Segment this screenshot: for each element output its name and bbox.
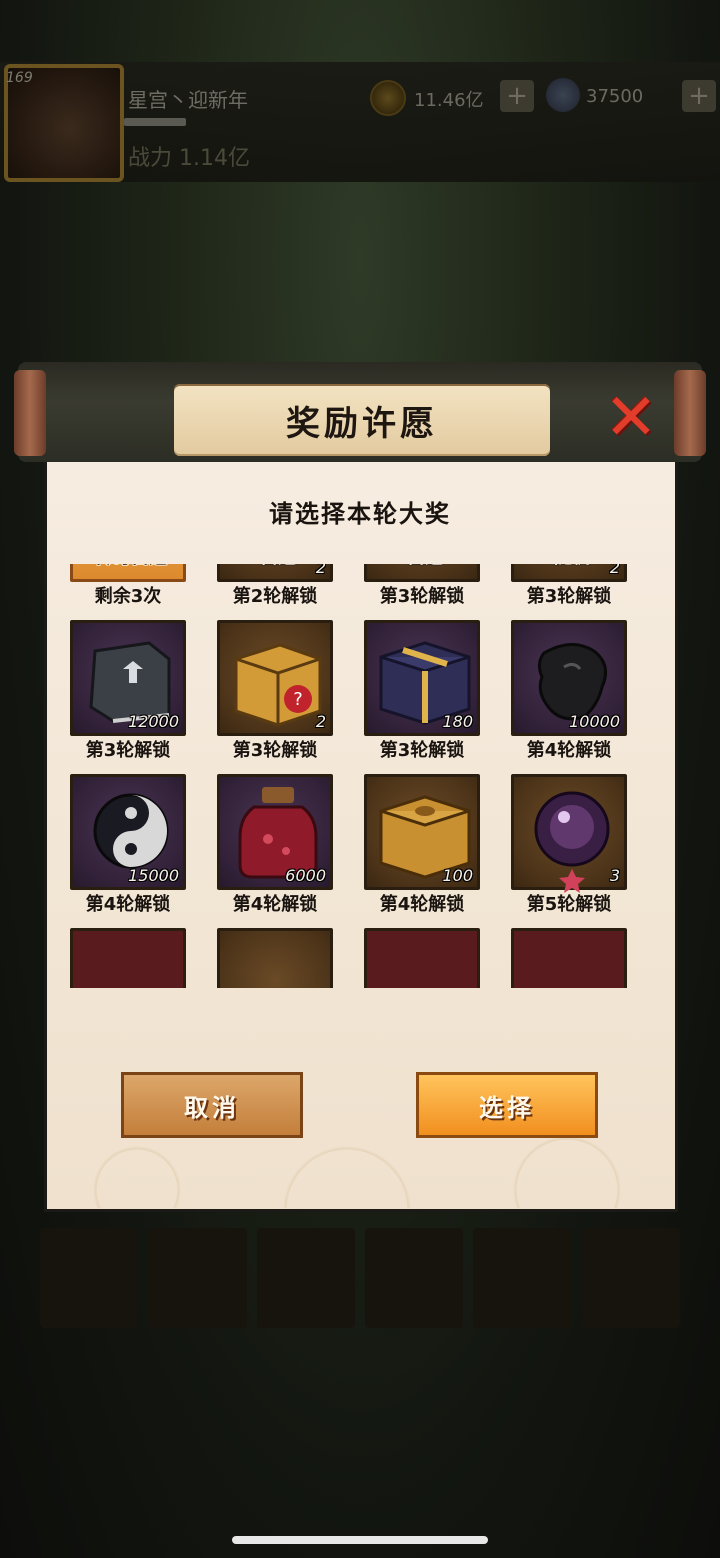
reward-tile[interactable]	[364, 928, 480, 988]
reward-item[interactable]	[70, 928, 186, 988]
reward-count: 15000	[128, 866, 179, 885]
reward-count: 10000	[569, 712, 620, 731]
reward-item[interactable]: ? 2 第3轮解锁	[217, 620, 333, 761]
unlock-condition: 第4轮解锁	[232, 894, 318, 915]
add-coins-button: +	[500, 80, 534, 112]
reward-item[interactable]: 100 第4轮解锁	[364, 774, 480, 915]
reward-item[interactable]: 12000 第3轮解锁	[70, 620, 186, 761]
reward-tag: 传奇自选	[73, 564, 189, 569]
close-icon[interactable]: ✕	[598, 386, 664, 450]
reward-item[interactable]	[511, 928, 627, 988]
reward-item[interactable]: 自选2 第2轮解锁	[217, 564, 333, 607]
reward-tile[interactable]: ? 2	[217, 620, 333, 736]
scroll-roller-left	[14, 370, 46, 456]
reward-count: 6000	[285, 866, 326, 885]
add-gems-button: +	[682, 80, 716, 112]
unlock-condition: 第2轮解锁	[232, 586, 318, 607]
reward-count: 180	[442, 712, 473, 731]
reward-tile[interactable]: 自选2	[217, 564, 333, 582]
reward-item[interactable]: 15000 第4轮解锁	[70, 774, 186, 915]
reward-tile[interactable]: 6000	[217, 774, 333, 890]
reward-count: 12000	[128, 712, 179, 731]
svg-text:?: ?	[293, 689, 303, 710]
coin-balance: 11.46亿	[414, 90, 484, 111]
unlock-condition: 剩余3次	[94, 586, 162, 607]
unlock-condition: 第3轮解锁	[379, 586, 465, 607]
select-button[interactable]: 选择	[416, 1072, 598, 1138]
reward-tile[interactable]	[511, 928, 627, 988]
cancel-button[interactable]: 取消	[121, 1072, 303, 1138]
unlock-condition: 第3轮解锁	[85, 740, 171, 761]
background-slots	[40, 1228, 680, 1328]
reward-item[interactable]: 10000 第4轮解锁	[511, 620, 627, 761]
coin-icon	[370, 80, 406, 116]
reward-tile[interactable]: 随机2	[511, 564, 627, 582]
reward-count: 2	[609, 564, 620, 577]
reward-count: 2	[315, 564, 326, 577]
reward-tile[interactable]: 12000	[70, 620, 186, 736]
unlock-condition: 第3轮解锁	[232, 740, 318, 761]
reward-item[interactable]: 3 第5轮解锁	[511, 774, 627, 915]
reward-item[interactable]	[364, 928, 480, 988]
dialog-subtitle: 请选择本轮大奖	[269, 500, 451, 528]
reward-tag: 自选	[367, 564, 483, 569]
unlock-condition: 第5轮解锁	[526, 894, 612, 915]
reward-tile[interactable]: 180	[364, 620, 480, 736]
gem-balance: 37500	[586, 86, 644, 107]
reward-tile[interactable]: 自选	[364, 564, 480, 582]
experience-bar	[124, 118, 186, 126]
title-plate: 奖励许愿	[174, 384, 550, 456]
reward-tile[interactable]: 3	[511, 774, 627, 893]
scroll-roller-right	[674, 370, 706, 456]
unlock-condition: 第4轮解锁	[379, 894, 465, 915]
reward-tile[interactable]	[70, 928, 186, 988]
reward-grid[interactable]: 传奇自选剩余3次自选2第2轮解锁自选第3轮解锁随机2第3轮解锁12000第3轮解…	[70, 564, 650, 988]
reward-count: 100	[442, 866, 473, 885]
unlock-condition: 第4轮解锁	[85, 894, 171, 915]
reward-item[interactable]: 传奇自选剩余3次	[70, 564, 186, 607]
reward-item[interactable]: 180 第3轮解锁	[364, 620, 480, 761]
reward-item[interactable]: 6000 第4轮解锁	[217, 774, 333, 915]
player-level: 169	[6, 70, 33, 86]
combat-power: 战力 1.14亿	[128, 146, 250, 171]
reward-count: 2	[315, 712, 326, 731]
reward-tile[interactable]: 15000	[70, 774, 186, 890]
reward-item[interactable]	[217, 928, 333, 988]
reward-tile[interactable]	[217, 928, 333, 988]
dialog-title: 奖励许愿	[286, 403, 438, 444]
reward-tile[interactable]: 10000	[511, 620, 627, 736]
home-indicator[interactable]	[232, 1536, 488, 1544]
unlock-condition: 第3轮解锁	[526, 586, 612, 607]
gem-icon	[546, 78, 580, 112]
player-name: 星宫丶迎新年	[128, 88, 248, 112]
reward-item[interactable]: 随机2 第3轮解锁	[511, 564, 627, 607]
reward-count: 3	[609, 866, 620, 885]
unlock-condition: 第3轮解锁	[379, 740, 465, 761]
reward-tile[interactable]: 传奇自选	[70, 564, 186, 582]
reward-item[interactable]: 自选第3轮解锁	[364, 564, 480, 607]
unlock-condition: 第4轮解锁	[526, 740, 612, 761]
reward-tile[interactable]: 100	[364, 774, 480, 890]
